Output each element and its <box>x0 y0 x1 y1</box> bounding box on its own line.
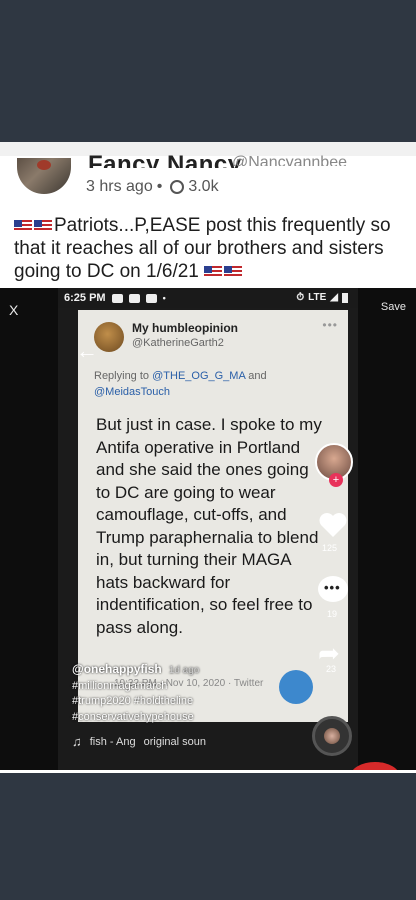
hashtag-line[interactable]: #conservativehypehouse <box>72 710 199 726</box>
tweet-author-handle: @KatherineGarth2 <box>132 337 224 349</box>
replying-and: and <box>248 370 267 382</box>
music-note-icon: ♫ <box>72 734 82 749</box>
author-handle[interactable]: @Nancyannbee <box>232 154 347 166</box>
status-bar: 6:25 PM • ⏱ LTE ◢ <box>58 288 358 308</box>
close-button[interactable]: X <box>9 302 18 318</box>
post-body: Patriots...P,EASE post this frequently s… <box>14 215 391 282</box>
status-time: 6:25 PM <box>64 292 106 304</box>
dot-icon: • <box>162 293 166 303</box>
us-flag-icon <box>14 220 32 232</box>
follow-plus-icon[interactable]: + <box>329 473 343 487</box>
save-button[interactable]: Save <box>381 301 406 313</box>
app-icon <box>145 293 157 303</box>
network-label: LTE <box>308 292 327 303</box>
us-flag-icon <box>34 220 52 232</box>
replying-prefix: Replying to <box>94 370 150 382</box>
music-author: fish - Ang <box>89 735 136 748</box>
tweet-body: But just in case. I spoke to my Antifa o… <box>96 415 322 637</box>
video-caption: @onehappyfish 1d ago #millionmagamarch #… <box>72 662 199 725</box>
meta-separator: • <box>156 178 163 195</box>
hashtag-line[interactable]: #trump2020 #holdtheline <box>72 694 199 710</box>
tweet-author-name: My humbleopinion <box>132 321 238 335</box>
comment-icon[interactable]: ••• <box>318 576 348 602</box>
battery-icon <box>342 292 348 303</box>
signal-icon: ◢ <box>330 292 338 303</box>
us-flag-icon <box>204 266 223 278</box>
reply-mention-1: @THE_OG_G_MA <box>152 370 246 382</box>
author-name[interactable]: Fancy Nancy <box>88 154 242 168</box>
tiktok-username[interactable]: @onehappyfish <box>72 662 162 676</box>
post-text: Patriots...P,EASE post this frequently s… <box>14 214 406 283</box>
video-viewer[interactable]: X Save 6:25 PM • ⏱ LTE ◢ ← My humbleopin… <box>0 288 416 772</box>
music-title: original soun <box>143 735 206 748</box>
reply-mention-2: @MeidasTouch <box>94 386 170 398</box>
replying-to: Replying to @THE_OG_G_MA and @MeidasTouc… <box>94 368 324 400</box>
tweet-avatar <box>94 322 124 352</box>
creator-avatar[interactable]: + <box>315 443 353 487</box>
post-time: 3 hrs ago <box>86 178 153 195</box>
alarm-icon: ⏱ <box>296 292 305 303</box>
post-ago: 1d ago <box>168 665 200 676</box>
music-info[interactable]: ♫ fish - Ang original soun <box>72 734 206 749</box>
more-icon: ••• <box>322 318 338 332</box>
overlay-circle <box>279 670 313 704</box>
tweet-screenshot: ← My humbleopinion @KatherineGarth2 ••• … <box>76 310 348 722</box>
share-count: 23 <box>326 664 337 674</box>
view-count: 3.0k <box>188 178 219 195</box>
heart-icon[interactable] <box>318 512 348 538</box>
notification-icon <box>111 293 123 303</box>
music-disc-icon[interactable] <box>312 716 352 756</box>
bottom-divider <box>0 770 416 773</box>
views-icon <box>170 180 185 194</box>
like-count: 125 <box>322 543 338 553</box>
hashtag-line[interactable]: #millionmagamarch <box>72 679 199 695</box>
screenshot-root: { "post": { "author_name": "Fancy Nancy"… <box>0 0 416 900</box>
us-flag-icon <box>224 266 243 278</box>
status-right: ⏱ LTE ◢ <box>296 292 348 303</box>
post-meta: 3 hrs ago • 3.0k <box>86 178 219 196</box>
author-avatar[interactable] <box>17 158 71 194</box>
comment-count: 19 <box>327 609 338 619</box>
post-card: Fancy Nancy @Nancyannbee 3 hrs ago • 3.0… <box>0 142 416 288</box>
mail-icon <box>128 293 140 303</box>
